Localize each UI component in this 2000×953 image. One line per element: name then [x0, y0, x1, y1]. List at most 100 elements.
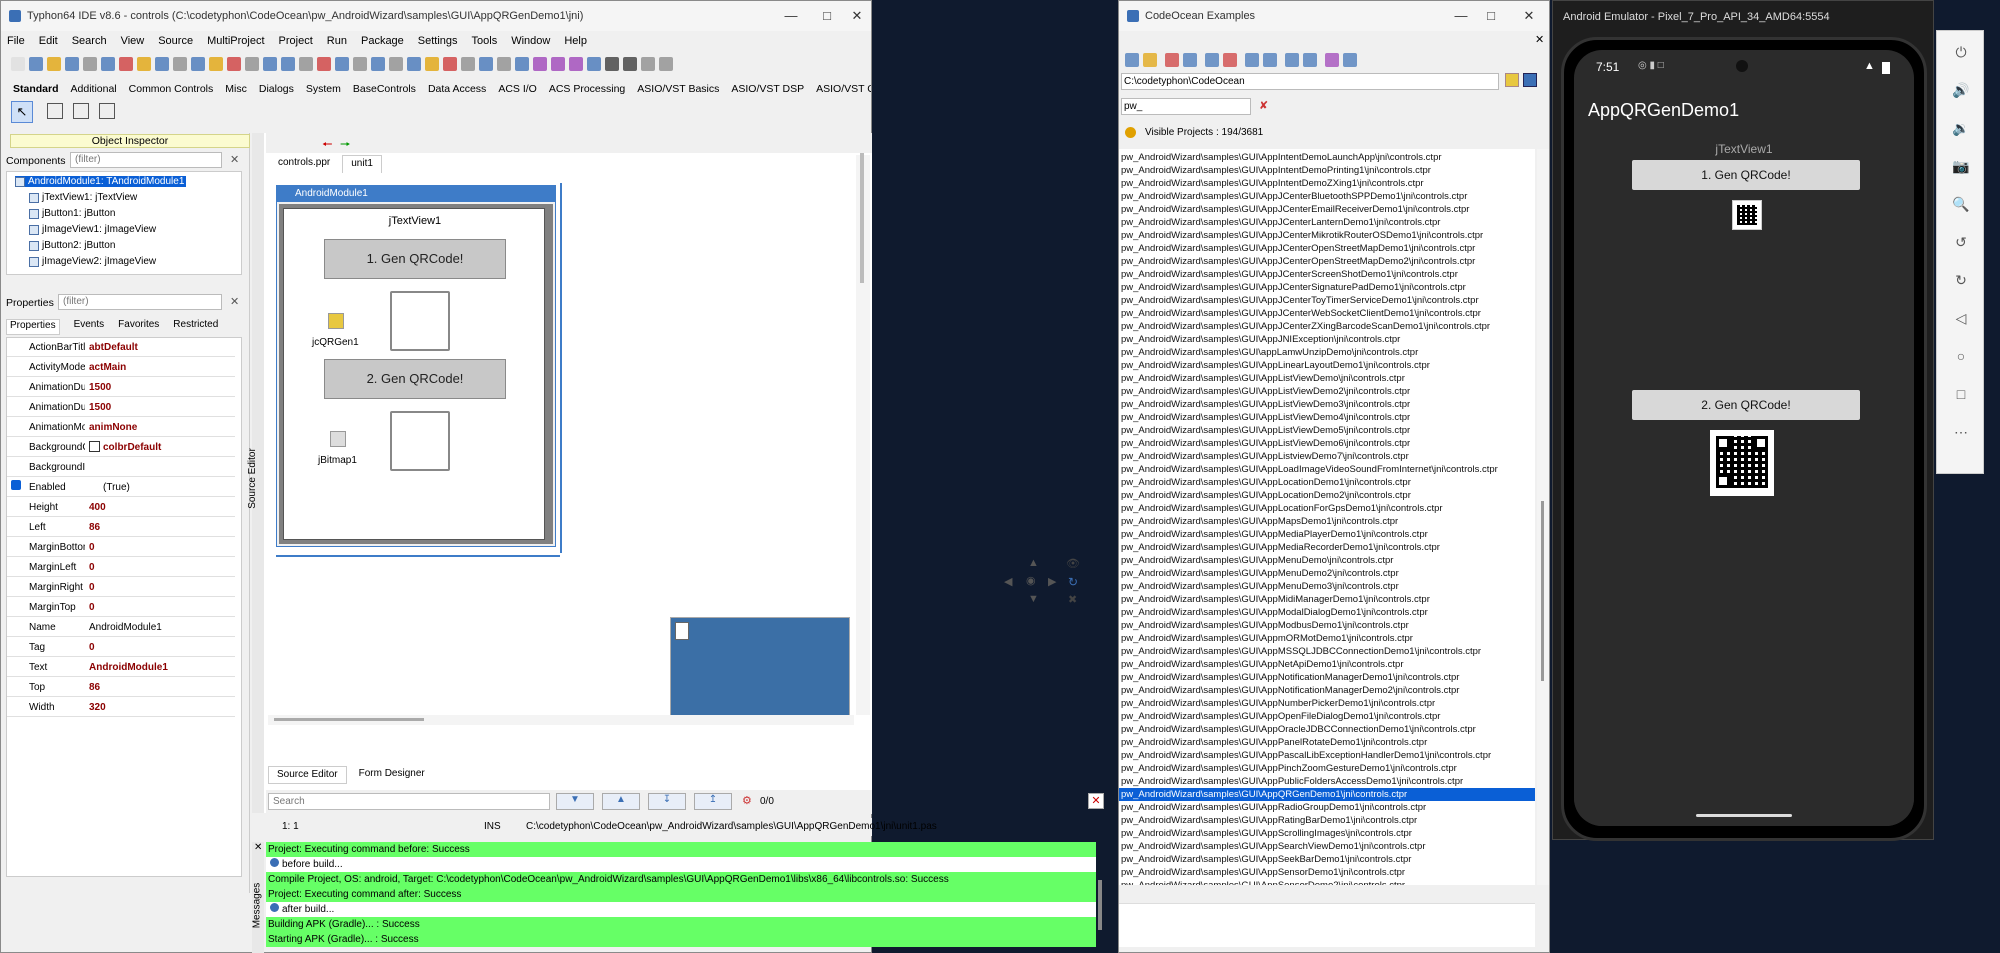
codeocean-toolbar-button-8[interactable]	[1263, 53, 1277, 67]
toolbar-button-12[interactable]	[209, 57, 223, 71]
toolbar-button-29[interactable]	[515, 57, 529, 71]
project-list-item[interactable]: pw_AndroidWizard\samples\GUI\AppMSSQLJDB…	[1119, 645, 1535, 658]
bottom-tab-form-designer[interactable]: Form Designer	[351, 766, 433, 784]
ide-close-button[interactable]: ✕	[837, 1, 871, 31]
message-line-success[interactable]: Building APK (Gradle)... : Success	[266, 917, 1096, 932]
form-resize-handle[interactable]	[560, 183, 562, 553]
project-list-item[interactable]: pw_AndroidWizard\samples\GUI\AppPinchZoo…	[1119, 762, 1535, 775]
message-line-success[interactable]: Starting APK (Gradle)... : Success	[266, 932, 1096, 947]
toolbar-button-8[interactable]	[137, 57, 151, 71]
toolbar-button-13[interactable]	[227, 57, 241, 71]
nav-down-arrow-icon[interactable]: ▼	[1028, 593, 1039, 605]
project-list-item[interactable]: pw_AndroidWizard\samples\GUI\AppSearchVi…	[1119, 840, 1535, 853]
forward-arrow-icon[interactable]: 🠖	[340, 135, 351, 156]
property-value[interactable]: AndroidModule1	[85, 662, 168, 673]
project-list-item[interactable]: pw_AndroidWizard\samples\GUI\AppIntentDe…	[1119, 177, 1535, 190]
project-list-item[interactable]: pw_AndroidWizard\samples\GUI\AppSensorDe…	[1119, 866, 1535, 879]
project-list-item[interactable]: pw_AndroidWizard\samples\GUI\AppPublicFo…	[1119, 775, 1535, 788]
project-list-item[interactable]: pw_AndroidWizard\samples\GUI\AppJCenterS…	[1119, 281, 1535, 294]
project-list-item[interactable]: pw_AndroidWizard\samples\GUI\AppLoadImag…	[1119, 463, 1535, 476]
project-list-scroll-thumb[interactable]	[1541, 501, 1544, 681]
project-list-item[interactable]: pw_AndroidWizard\samples\GUI\AppListView…	[1119, 424, 1535, 437]
property-row[interactable]: AnimationDurat1500	[7, 378, 235, 397]
toolbar-button-3[interactable]	[47, 57, 61, 71]
home-icon[interactable]: ○	[1937, 337, 1985, 375]
codeocean-maximize-button[interactable]: □	[1471, 1, 1511, 31]
app-button-1[interactable]: 1. Gen QRCode!	[1632, 160, 1860, 190]
project-list-item[interactable]: pw_AndroidWizard\samples\GUI\AppmORMotDe…	[1119, 632, 1535, 645]
editor-hscroll-thumb[interactable]	[274, 718, 424, 721]
toolbar-button-25[interactable]	[443, 57, 457, 71]
property-row[interactable]: MarginRight 0	[7, 578, 235, 597]
property-row[interactable]: Height 400	[7, 498, 235, 517]
toolbar-button-19[interactable]	[335, 57, 349, 71]
property-value[interactable]: 1500	[85, 402, 111, 413]
toolbar-button-2[interactable]	[29, 57, 43, 71]
tree-item[interactable]: jTextView1: jTextView	[29, 192, 137, 203]
rotate-left-icon[interactable]: ↺	[1937, 223, 1985, 261]
message-line-success[interactable]: Compile Project, OS: android, Target: C:…	[266, 872, 1096, 887]
tree-root-androidmodule1[interactable]: AndroidModule1: TAndroidModule1	[15, 176, 187, 187]
nav-left-arrow-icon[interactable]: ◀	[1004, 575, 1012, 588]
property-value[interactable]: actMain	[85, 362, 126, 373]
menu-view[interactable]: View	[121, 35, 145, 47]
toolbar-button-6[interactable]	[101, 57, 115, 71]
form-button-1[interactable]: 1. Gen QRCode!	[324, 239, 506, 279]
tree-item[interactable]: jButton2: jButton	[29, 240, 115, 251]
project-list-item[interactable]: pw_AndroidWizard\samples\GUI\AppQRGenDem…	[1119, 788, 1535, 801]
project-list-item[interactable]: pw_AndroidWizard\samples\GUI\AppLocation…	[1119, 502, 1535, 515]
palette-tab-misc[interactable]: Misc	[225, 83, 247, 95]
search-close-button[interactable]: ✕	[1088, 793, 1104, 809]
codeocean-close-button[interactable]: ✕	[1509, 1, 1549, 31]
palette-tab-data-access[interactable]: Data Access	[428, 83, 486, 95]
property-value[interactable]: abtDefault	[85, 342, 138, 353]
more-icon[interactable]: ⋯	[1937, 413, 1985, 451]
palette-tab-additional[interactable]: Additional	[71, 83, 117, 95]
menu-window[interactable]: Window	[511, 35, 550, 47]
toolbar-button-17[interactable]	[299, 57, 313, 71]
prop-tab-properties[interactable]: Properties	[6, 319, 60, 335]
nav-gesture-bar[interactable]	[1696, 814, 1792, 817]
bottom-tab-source-editor[interactable]: Source Editor	[268, 766, 347, 784]
project-list-item[interactable]: pw_AndroidWizard\samples\GUI\AppJCenterS…	[1119, 268, 1535, 281]
prop-tab-events[interactable]: Events	[74, 319, 105, 335]
palette-tab-asio-vst-dsp[interactable]: ASIO/VST DSP	[731, 83, 804, 95]
message-line-success[interactable]: Project: Executing command before: Succe…	[266, 842, 1096, 857]
property-value[interactable]: 1500	[85, 382, 111, 393]
nav-up-arrow-icon[interactable]: ▲	[1028, 557, 1039, 569]
project-list-item[interactable]: pw_AndroidWizard\samples\GUI\AppLinearLa…	[1119, 359, 1535, 372]
project-list-item[interactable]: pw_AndroidWizard\samples\GUI\appLamwUnzi…	[1119, 346, 1535, 359]
volume-up-icon[interactable]: 🔊	[1937, 71, 1985, 109]
property-value[interactable]: 0	[85, 602, 95, 613]
messages-scrollbar[interactable]	[1098, 880, 1102, 930]
refresh-icon[interactable]: ↻	[1068, 575, 1078, 589]
toolbar-button-24[interactable]	[425, 57, 439, 71]
search-next-button[interactable]: ▼	[556, 793, 594, 810]
menu-file[interactable]: File	[7, 35, 25, 47]
form-button-2[interactable]: 2. Gen QRCode!	[324, 359, 506, 399]
toolbar-button-7[interactable]	[119, 57, 133, 71]
components-filter-input[interactable]: (filter)	[70, 152, 222, 168]
project-list-item[interactable]: pw_AndroidWizard\samples\GUI\AppMidiMana…	[1119, 593, 1535, 606]
project-list-item[interactable]: pw_AndroidWizard\samples\GUI\AppJCenterO…	[1119, 242, 1535, 255]
folder-open-icon[interactable]	[1505, 73, 1519, 87]
tools-icon[interactable]: ✖	[1068, 593, 1077, 606]
editor-tab-unit1[interactable]: unit1	[342, 155, 382, 173]
books-icon[interactable]	[1523, 73, 1537, 87]
menu-package[interactable]: Package	[361, 35, 404, 47]
toolbar-button-28[interactable]	[497, 57, 511, 71]
property-value[interactable]: 400	[85, 502, 106, 513]
property-row[interactable]: MarginLeft 0	[7, 558, 235, 577]
toolbar-button-15[interactable]	[263, 57, 277, 71]
property-row[interactable]: Text AndroidModule1	[7, 658, 235, 677]
project-list-item[interactable]: pw_AndroidWizard\samples\GUI\AppNotifica…	[1119, 671, 1535, 684]
palette-tab-common-controls[interactable]: Common Controls	[129, 83, 214, 95]
property-row[interactable]: AnimationModeanimNone	[7, 418, 235, 437]
tree-item[interactable]: jImageView1: jImageView	[29, 224, 156, 235]
toolbar-button-1[interactable]	[11, 57, 25, 71]
project-list-item[interactable]: pw_AndroidWizard\samples\GUI\AppSensorDe…	[1119, 879, 1535, 885]
message-line-info[interactable]: after build...	[266, 902, 1096, 917]
nav-right-arrow-icon[interactable]: ▶	[1048, 575, 1056, 588]
palette-tab-acs-processing[interactable]: ACS Processing	[549, 83, 625, 95]
toolbar-button-33[interactable]	[587, 57, 601, 71]
